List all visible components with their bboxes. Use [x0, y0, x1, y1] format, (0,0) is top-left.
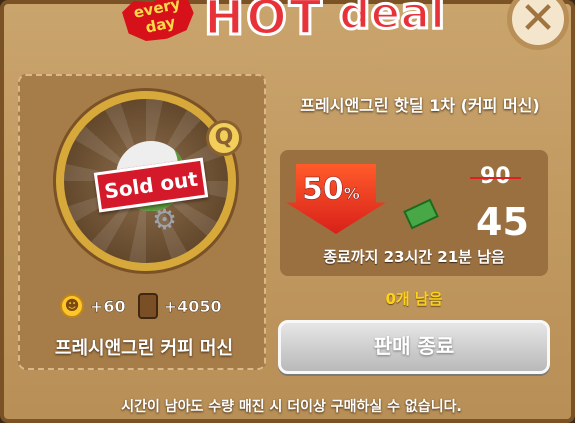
close-icon: ✕ — [519, 0, 557, 44]
gear-icon: ⚙ — [152, 203, 178, 236]
discount-arrow: 50% — [286, 164, 386, 234]
footer-note: 시간이 남아도 수량 매진 시 더이상 구매하실 수 없습니다. — [121, 399, 462, 415]
deal-text: deal — [337, 0, 446, 41]
remaining-count: 0개 남음 — [385, 290, 443, 308]
item-image-frame: ⚙ Sold out — [56, 91, 236, 271]
old-price: 90 — [470, 164, 521, 189]
every-day-badge: every day — [120, 0, 198, 47]
money-icon — [403, 198, 439, 230]
reward-barrel: +4050 — [163, 296, 222, 316]
rewards-row: ☻ +60 +4050 — [60, 291, 260, 321]
hot-deal-logo: every day HOT deal — [94, 0, 484, 48]
item-name: 프레시앤그린 커피 머신 — [54, 338, 234, 359]
discount-percent: 50% — [302, 172, 360, 208]
item-card: ⚙ Sold out Q ☻ +60 +4050 프레시앤그린 커피 머신 — [18, 74, 266, 370]
discount-unit: % — [343, 184, 360, 204]
barrel-icon — [137, 293, 158, 319]
hot-deal-panel: every day HOT deal ✕ ⚙ Sold out Q ☻ +60 … — [0, 0, 575, 423]
reward-exp: +60 — [90, 296, 126, 316]
deal-title: 프레시앤그린 핫딜 1차 (커피 머신) — [300, 96, 540, 115]
close-button[interactable]: ✕ — [507, 0, 569, 50]
sale-ended-button[interactable]: 판매 종료 — [278, 320, 550, 374]
magnify-icon: Q — [214, 125, 234, 150]
price-box: 50% 90 45 종료까지 23시간 21분 남음 — [280, 150, 548, 276]
hot-text: HOT — [203, 0, 324, 48]
magnify-button[interactable]: Q — [206, 120, 242, 156]
discount-value: 50 — [302, 172, 344, 208]
smile-icon: ☻ — [60, 294, 84, 318]
timer-text: 종료까지 23시간 21분 남음 — [323, 248, 505, 266]
new-price: 45 — [476, 200, 529, 244]
